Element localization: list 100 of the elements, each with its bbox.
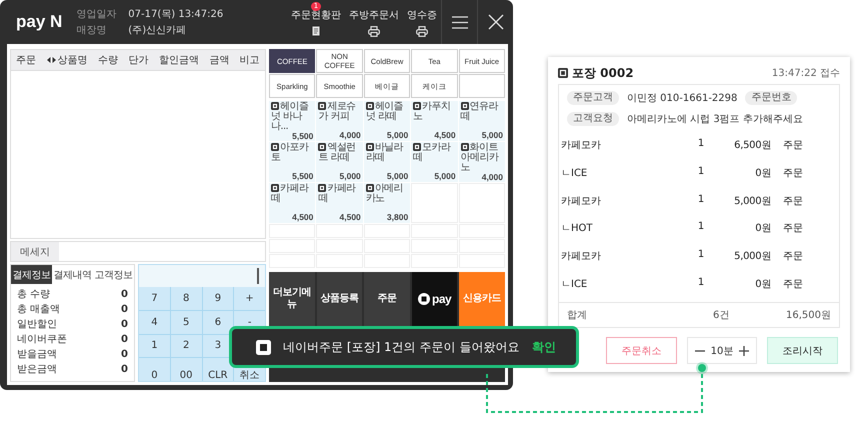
keypad-key[interactable]: 2 bbox=[170, 334, 202, 358]
field-tag: 주문고객 bbox=[567, 90, 619, 104]
square-badge-icon bbox=[460, 102, 469, 110]
product-button[interactable]: 헤이즐넛 바나나... 5,500 bbox=[269, 101, 316, 141]
action-button[interactable]: pay bbox=[412, 272, 458, 326]
column-header: 금액 bbox=[209, 54, 230, 67]
received-time: 13:47:22 접수 bbox=[772, 67, 840, 80]
square-badge-icon bbox=[318, 143, 326, 151]
product-button[interactable]: 아메리카노 3,800 bbox=[364, 183, 410, 223]
item-status: 주문 bbox=[782, 194, 804, 208]
keypad-key[interactable]: 5 bbox=[170, 310, 202, 334]
column-header: 단가 bbox=[128, 54, 148, 67]
summary-value: 0 bbox=[121, 333, 128, 347]
column-header: 주문 bbox=[16, 54, 36, 67]
total-amount: 16,500원 bbox=[785, 309, 831, 322]
square-badge-icon bbox=[271, 184, 279, 192]
product-button[interactable]: 화이트 아메리카노 4,000 bbox=[458, 142, 505, 182]
keypad-key[interactable]: 4 bbox=[139, 310, 170, 334]
product-button[interactable]: 바닐라라떼 5,000 bbox=[364, 142, 410, 182]
item-price: 0원 bbox=[754, 222, 771, 236]
product-button[interactable]: 카페라떼 4,500 bbox=[316, 183, 363, 223]
item-price: 5,000원 bbox=[733, 250, 771, 264]
info-tab[interactable]: 결제정보 bbox=[11, 265, 52, 284]
print-button[interactable]: 영수증 bbox=[403, 0, 441, 44]
product-button[interactable]: 카페라떼 4,500 bbox=[269, 183, 316, 223]
field-tag: 고객요청 bbox=[567, 112, 619, 126]
summary-label: 받을금액 bbox=[17, 348, 57, 362]
square-badge-icon bbox=[318, 184, 326, 192]
square-badge-icon bbox=[558, 68, 568, 78]
logo: pay N bbox=[16, 12, 62, 32]
square-badge-icon bbox=[413, 102, 422, 110]
square-badge-icon bbox=[318, 102, 326, 110]
item-status: 주문 bbox=[782, 278, 804, 292]
item-status: 주문 bbox=[782, 222, 804, 236]
product-button[interactable]: 헤이즐넛 라떼 5,000 bbox=[364, 101, 410, 141]
item-name: ㄴHOT bbox=[561, 222, 594, 236]
circle-badge-icon bbox=[418, 293, 430, 305]
item-name: 카페모카 bbox=[561, 194, 602, 208]
square-badge-icon bbox=[271, 143, 279, 151]
item-price: 0원 bbox=[754, 166, 771, 180]
print-button[interactable]: 주방주문서 bbox=[345, 0, 403, 44]
item-name: 카페모카 bbox=[561, 138, 602, 152]
square-badge-icon bbox=[366, 102, 374, 110]
plus-icon bbox=[738, 346, 749, 356]
confirm-button[interactable]: 확인 bbox=[532, 338, 556, 356]
item-status: 주문 bbox=[782, 138, 804, 152]
product-button[interactable]: 아포카토 5,500 bbox=[269, 142, 316, 182]
printer-icon bbox=[368, 26, 380, 36]
keypad-key[interactable]: 8 bbox=[170, 287, 202, 310]
summary-value: 0 bbox=[121, 288, 128, 302]
item-quantity: 1 bbox=[696, 194, 706, 207]
product-button[interactable]: 모카라떼 5,000 bbox=[411, 142, 458, 182]
item-price: 6,500원 bbox=[733, 138, 771, 152]
start-cooking-button[interactable]: 조리시작 bbox=[766, 337, 838, 364]
info-value: (주)신신카페 bbox=[128, 24, 186, 37]
summary-value: 0 bbox=[121, 363, 128, 377]
info-label: 영업일자 bbox=[76, 8, 118, 21]
square-badge-icon bbox=[413, 143, 422, 151]
action-button[interactable]: 더보기메뉴 bbox=[269, 272, 315, 326]
item-quantity: 1 bbox=[696, 221, 706, 234]
column-header: 할인금액 bbox=[158, 54, 199, 67]
item-status: 주문 bbox=[782, 166, 804, 180]
keypad-key[interactable]: 6 bbox=[202, 310, 234, 334]
square-badge-icon bbox=[256, 340, 271, 354]
product-button[interactable]: 제로슈가 커피 4,000 bbox=[316, 101, 363, 141]
square-badge-icon bbox=[271, 102, 279, 110]
keypad-key[interactable]: 9 bbox=[202, 287, 234, 310]
time-stepper[interactable]: 10분 bbox=[687, 337, 757, 364]
customer-request: 아메리카노에 시럽 3펌프 추가해주세요 bbox=[627, 112, 803, 126]
product-button[interactable]: 연유라떼 5,000 bbox=[458, 101, 505, 141]
keypad-key[interactable]: 0 bbox=[139, 358, 170, 381]
close-icon bbox=[488, 14, 504, 30]
document-icon bbox=[312, 26, 320, 36]
summary-value: 0 bbox=[121, 348, 128, 362]
summary-label: 총 수량 bbox=[17, 288, 50, 302]
item-price: 5,000원 bbox=[733, 194, 771, 208]
item-quantity: 1 bbox=[696, 249, 706, 262]
keypad-key[interactable]: + bbox=[234, 287, 265, 310]
item-price: 0원 bbox=[754, 278, 771, 292]
order-title: 포장 0002 bbox=[572, 64, 634, 82]
notification-message: 네이버주문 [포장] 1건의 주문이 들어왔어요 bbox=[283, 338, 520, 356]
product-button[interactable]: 카푸치노 4,500 bbox=[411, 101, 458, 141]
action-button[interactable]: 주문 bbox=[364, 272, 410, 326]
summary-value: 0 bbox=[121, 318, 128, 332]
keypad-key[interactable]: 1 bbox=[139, 334, 170, 358]
time-value: 10분 bbox=[710, 344, 734, 358]
summary-label: 총 매출액 bbox=[17, 303, 60, 317]
column-header: 상품명 bbox=[58, 54, 88, 67]
action-button[interactable]: 상품등록 bbox=[316, 272, 362, 326]
summary-label: 받은금액 bbox=[17, 363, 57, 377]
customer-info: 이민정 010-1661-2298 bbox=[627, 92, 738, 104]
square-badge-icon bbox=[460, 143, 469, 151]
item-quantity: 1 bbox=[696, 138, 706, 151]
increase-button[interactable] bbox=[738, 346, 749, 356]
item-status: 주문 bbox=[782, 250, 804, 264]
text-cursor-icon bbox=[257, 268, 259, 284]
product-button[interactable]: 엑설런트 라떼 5,000 bbox=[316, 142, 363, 182]
keypad-key[interactable]: 7 bbox=[139, 287, 170, 310]
keypad-key[interactable]: CLR bbox=[202, 358, 234, 381]
keypad-key[interactable]: 00 bbox=[170, 358, 202, 381]
